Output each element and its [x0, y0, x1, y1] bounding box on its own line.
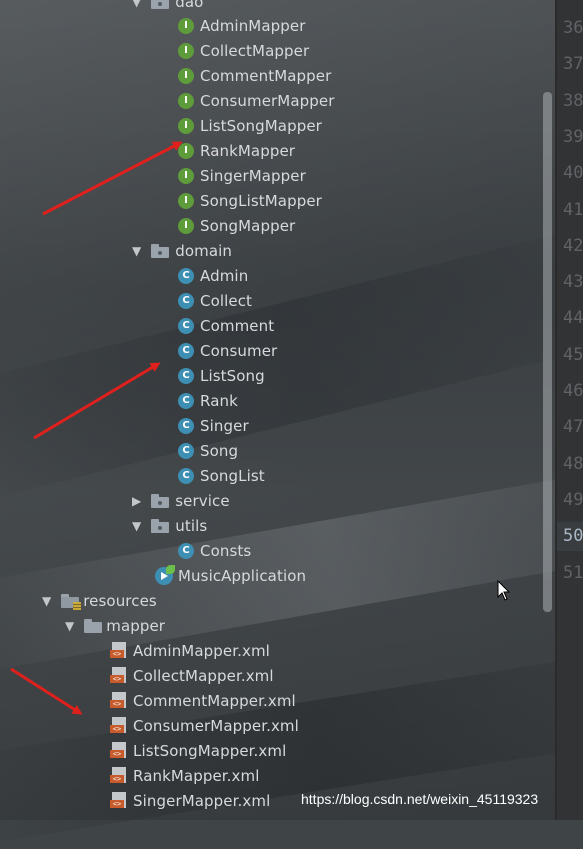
mouse-cursor-icon — [497, 580, 511, 601]
watermark: https://blog.csdn.net/weixin_45119323 — [301, 791, 539, 807]
red-arrow — [10, 667, 83, 715]
annotation-arrows — [10, 141, 183, 715]
red-arrow — [42, 141, 183, 216]
red-arrow — [33, 362, 161, 440]
